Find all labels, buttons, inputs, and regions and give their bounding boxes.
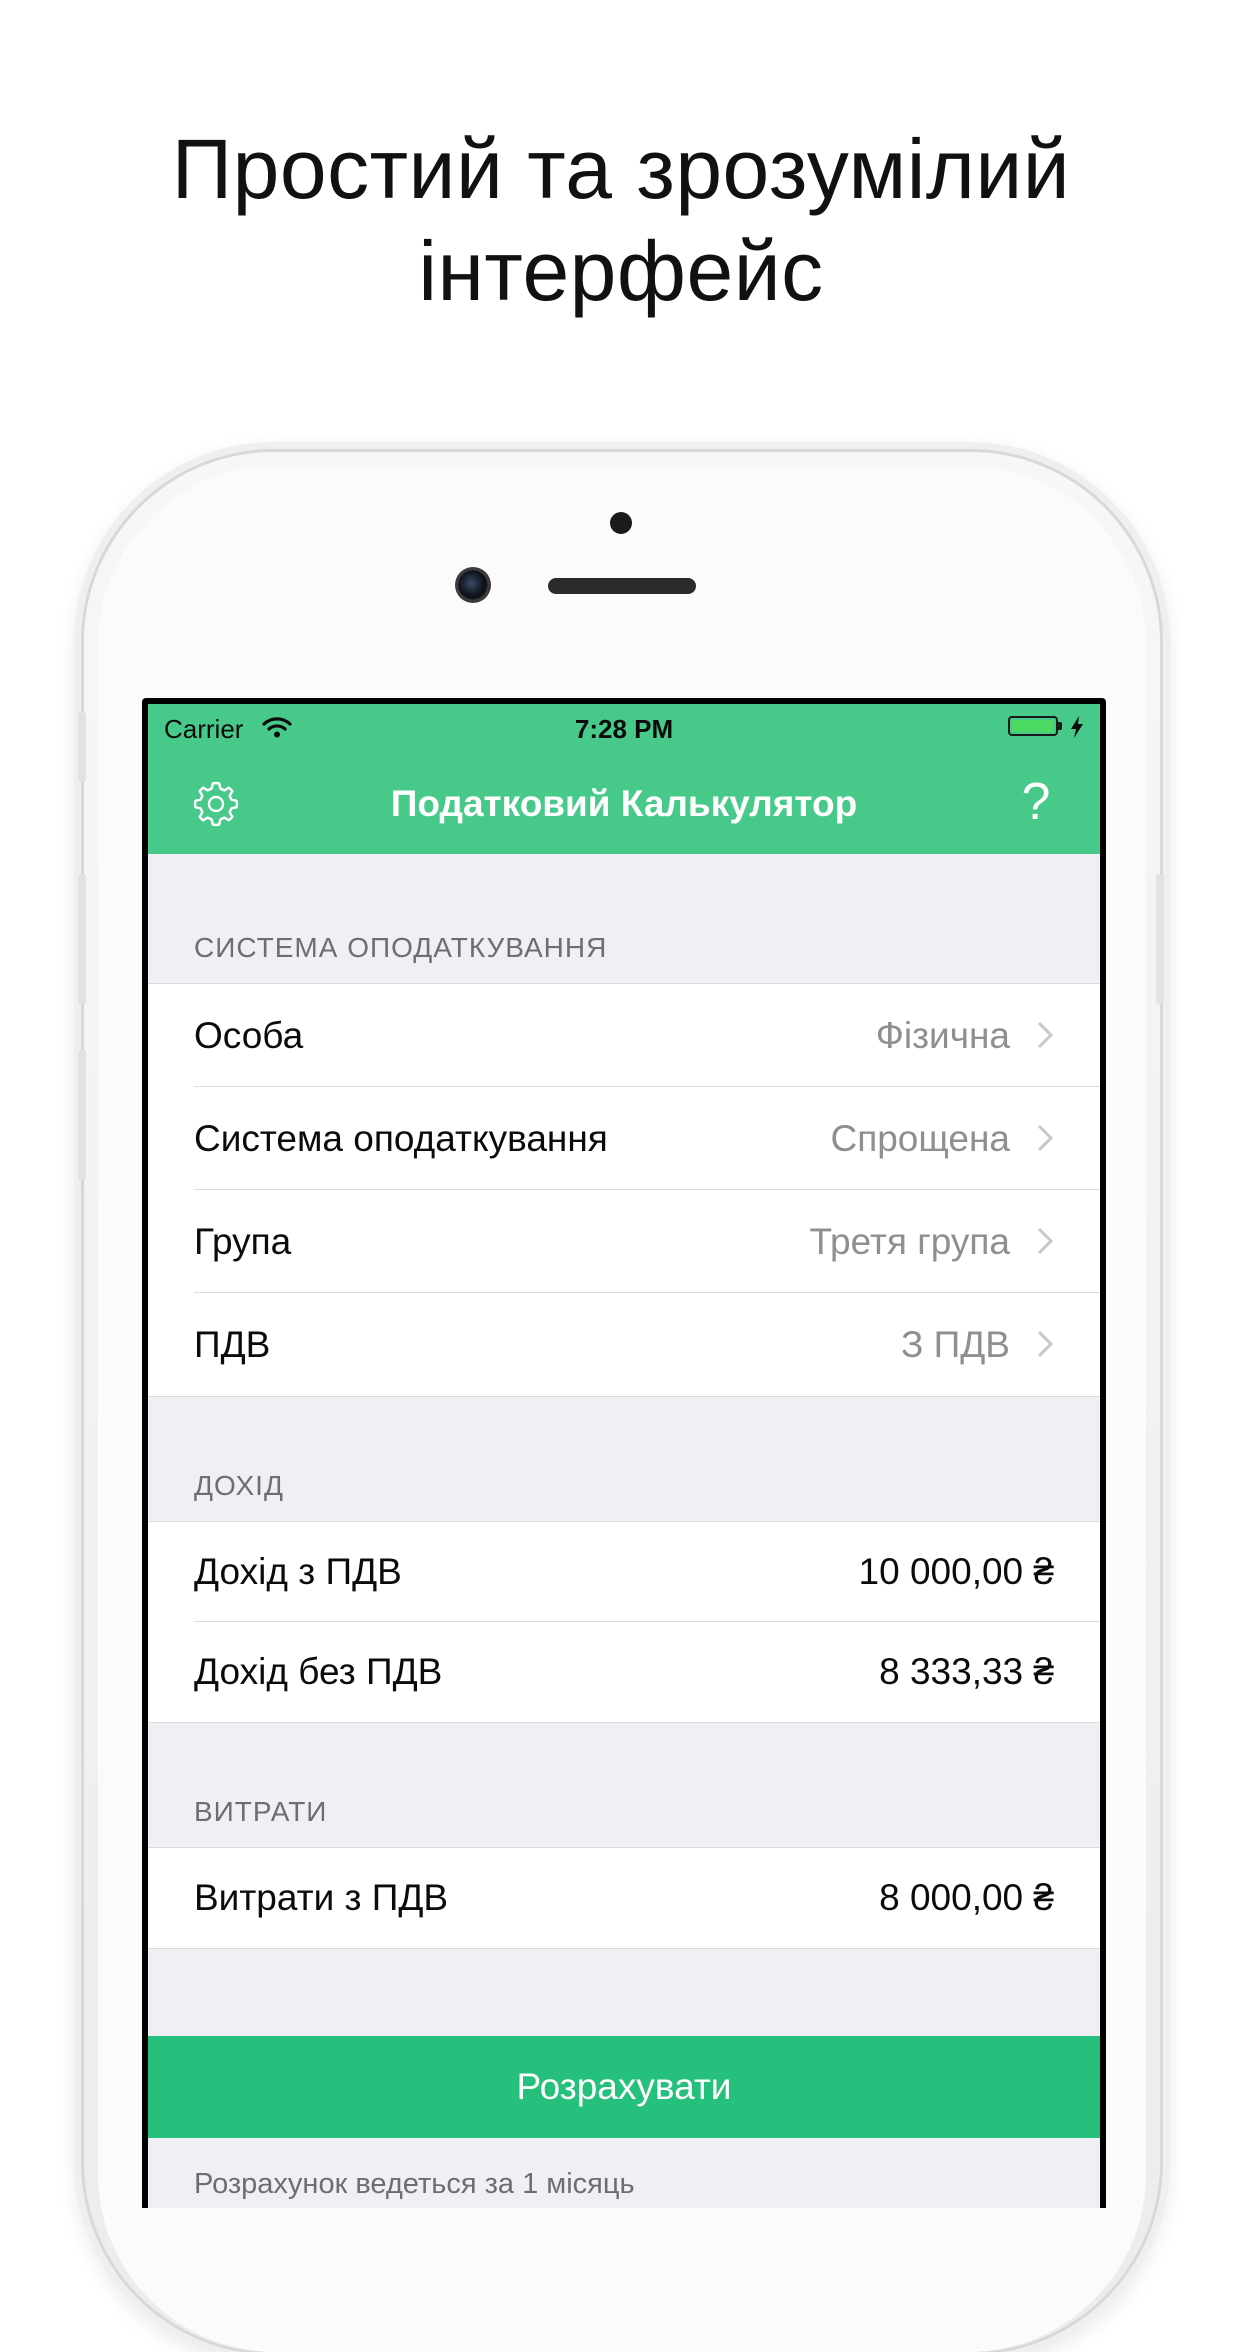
row-value: Фізична — [875, 1015, 1010, 1056]
row-income-with-vat[interactable]: Дохід з ПДВ 10 000,00 ₴ — [148, 1522, 1100, 1622]
volume-down-button — [78, 1050, 86, 1180]
income-without-vat-amount[interactable]: 8 333,33 ₴ — [879, 1622, 1054, 1722]
row-income-without-vat[interactable]: Дохід без ПДВ 8 333,33 ₴ — [148, 1622, 1100, 1722]
nav-title: Податковий Калькулятор — [390, 783, 858, 824]
row-vat[interactable]: ПДВ З ПДВ — [148, 1293, 1100, 1396]
chevron-right-icon — [1037, 1124, 1054, 1152]
help-button[interactable]: ? — [1008, 774, 1064, 830]
navigation-bar: Carrier 7:28 PM Податковий Калькулятор ? — [148, 704, 1100, 854]
battery-tip — [1058, 722, 1062, 730]
battery-icon — [1008, 716, 1058, 736]
charging-bolt-icon — [1071, 716, 1083, 738]
row-label: Витрати з ПДВ — [194, 1877, 449, 1918]
app-screen: Carrier 7:28 PM Податковий Калькулятор ?… — [148, 704, 1100, 2208]
phone-screen: Carrier 7:28 PM Податковий Калькулятор ?… — [142, 698, 1106, 2208]
earpiece-speaker — [548, 578, 696, 594]
row-label: Група — [194, 1221, 292, 1262]
income-group: Дохід з ПДВ 10 000,00 ₴ Дохід без ПДВ 8 … — [148, 1521, 1100, 1723]
row-expenses-with-vat[interactable]: Витрати з ПДВ 8 000,00 ₴ — [148, 1848, 1100, 1948]
promo-headline-line1: Простий та зрозумілий — [171, 122, 1071, 216]
row-value: Спрощена — [830, 1118, 1010, 1159]
chevron-right-icon — [1037, 1021, 1054, 1049]
volume-up-button — [78, 874, 86, 1004]
status-bar: Carrier 7:28 PM — [148, 704, 1100, 744]
row-label: Дохід без ПДВ — [194, 1651, 443, 1692]
taxation-group: Особа Фізична Система оподаткування Спро… — [148, 983, 1100, 1397]
status-time: 7:28 PM — [574, 714, 674, 744]
row-label: Система оподаткування — [194, 1118, 608, 1159]
calculate-button[interactable]: Розрахувати — [148, 2036, 1100, 2138]
row-person[interactable]: Особа Фізична — [148, 984, 1100, 1087]
chevron-right-icon — [1037, 1330, 1054, 1358]
power-button — [1156, 874, 1164, 1004]
promo-headline: Простий та зрозумілий інтерфейс — [0, 118, 1242, 322]
section-header-income: ДОХІД — [194, 1470, 284, 1501]
income-with-vat-amount[interactable]: 10 000,00 ₴ — [859, 1522, 1054, 1622]
chevron-right-icon — [1037, 1227, 1054, 1255]
promo-headline-line2: інтерфейс — [418, 224, 824, 318]
row-group[interactable]: Група Третя група — [148, 1190, 1100, 1293]
row-taxation-system[interactable]: Система оподаткування Спрощена — [148, 1087, 1100, 1190]
row-label: ПДВ — [194, 1324, 271, 1365]
mute-switch — [78, 712, 86, 782]
expenses-group: Витрати з ПДВ 8 000,00 ₴ — [148, 1847, 1100, 1949]
period-footnote: Розрахунок ведеться за 1 місяць — [194, 2168, 635, 2200]
row-value: Третя група — [809, 1221, 1010, 1262]
row-label: Особа — [194, 1015, 304, 1056]
proximity-sensor — [610, 512, 632, 534]
row-value: З ПДВ — [901, 1324, 1010, 1365]
section-header-taxation: СИСТЕМА ОПОДАТКУВАННЯ — [194, 932, 608, 963]
expenses-with-vat-amount[interactable]: 8 000,00 ₴ — [879, 1848, 1054, 1948]
front-camera — [458, 570, 488, 600]
row-label: Дохід з ПДВ — [194, 1551, 402, 1592]
section-header-expenses: ВИТРАТИ — [194, 1796, 328, 1827]
